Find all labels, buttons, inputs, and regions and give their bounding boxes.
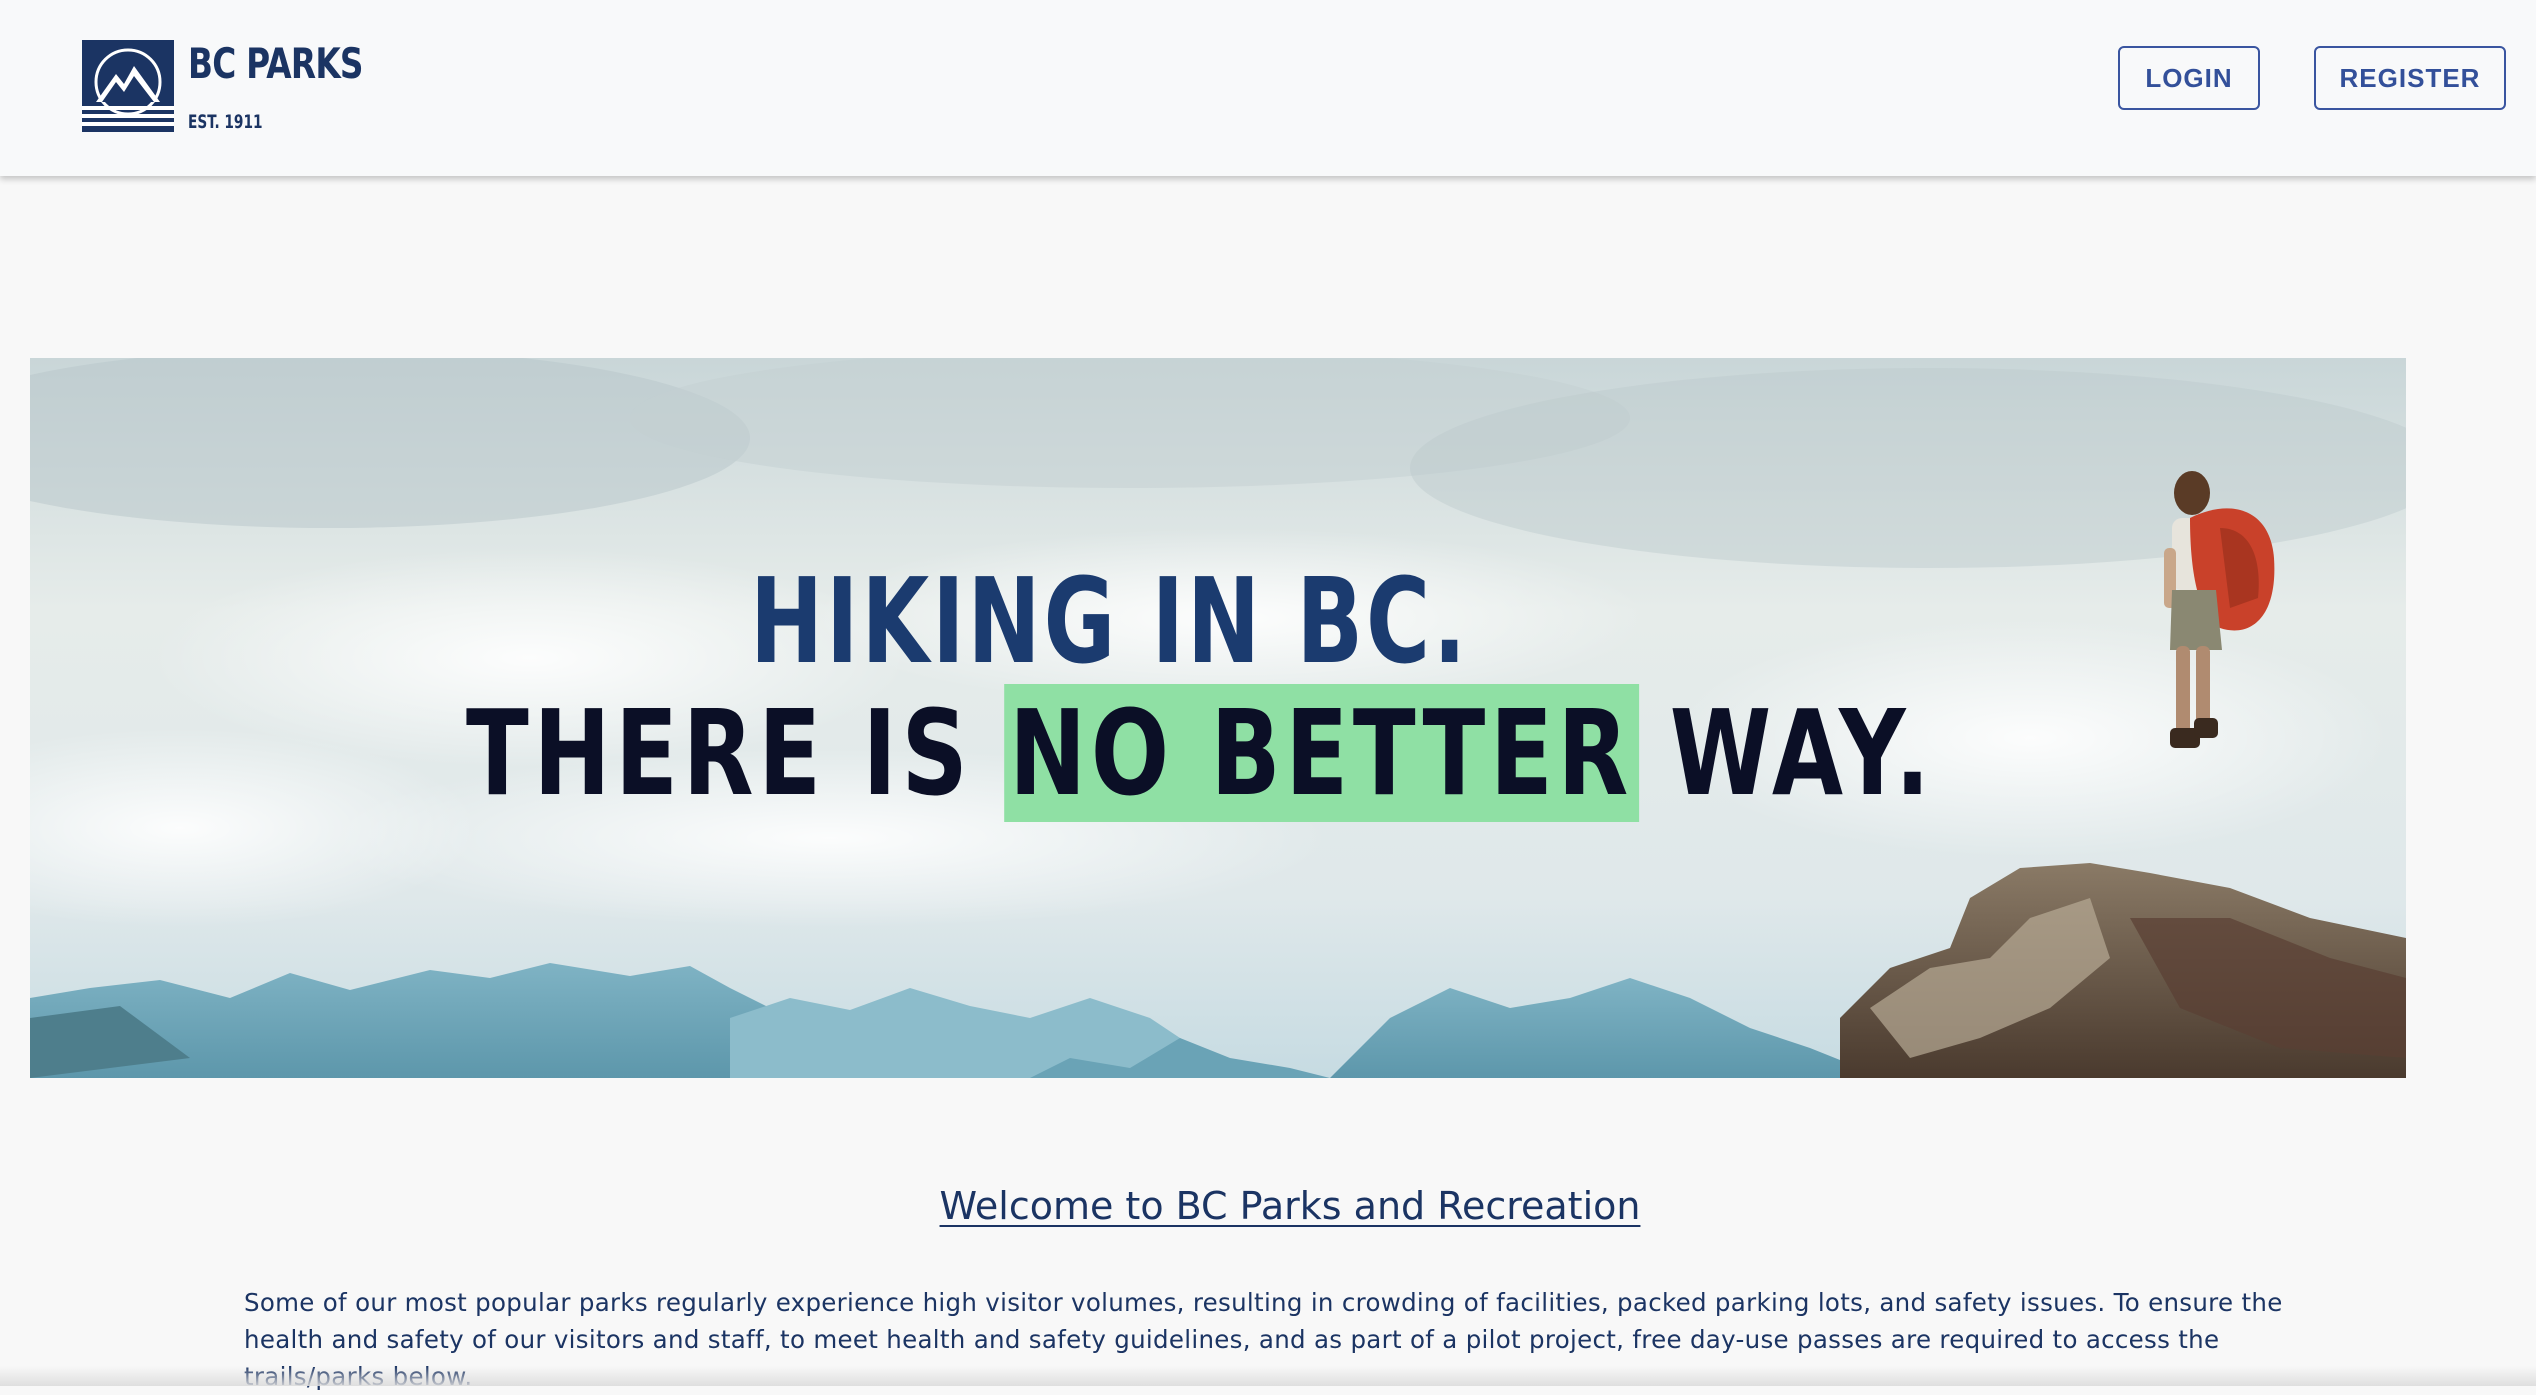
site-header: BC PARKS EST. 1911 LOGIN REGISTER	[0, 0, 2536, 176]
bc-parks-logo[interactable]: BC PARKS EST. 1911	[82, 40, 412, 134]
logo-title: BC PARKS	[188, 39, 364, 88]
logo-subtitle: EST. 1911	[188, 111, 263, 133]
hero-landscape-image	[30, 358, 2406, 1078]
hero-banner: HIKING IN BC. THERE IS NO BETTER WAY.	[30, 358, 2406, 1078]
register-button[interactable]: REGISTER	[2314, 46, 2506, 110]
page-bottom-fade	[0, 1366, 2536, 1386]
mountain-logo-icon	[82, 40, 174, 132]
login-button[interactable]: LOGIN	[2118, 46, 2260, 110]
welcome-title[interactable]: Welcome to BC Parks and Recreation	[0, 1184, 2536, 1228]
